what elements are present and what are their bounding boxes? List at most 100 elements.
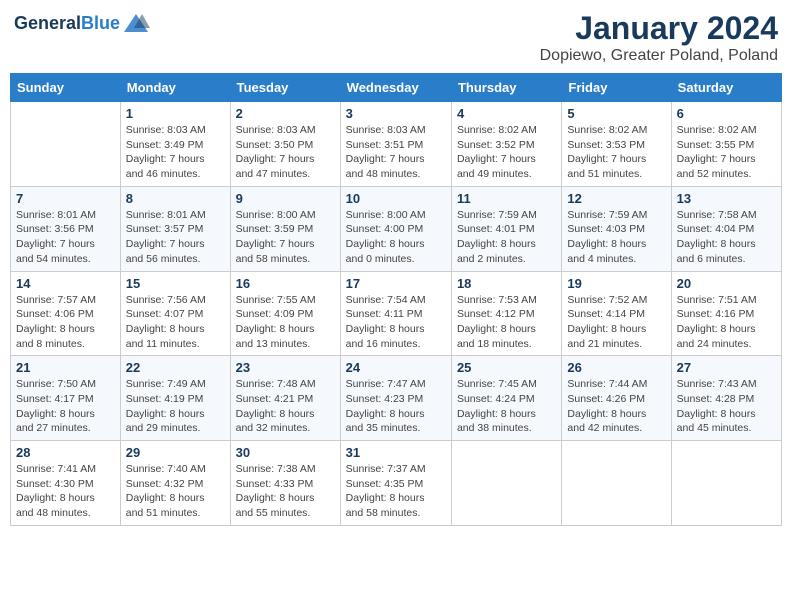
day-info: Sunrise: 8:02 AM Sunset: 3:55 PM Dayligh…: [677, 123, 776, 182]
calendar-cell: [11, 102, 121, 187]
calendar-cell: 20Sunrise: 7:51 AM Sunset: 4:16 PM Dayli…: [671, 271, 781, 356]
calendar-cell: 31Sunrise: 7:37 AM Sunset: 4:35 PM Dayli…: [340, 441, 451, 526]
day-info: Sunrise: 7:52 AM Sunset: 4:14 PM Dayligh…: [567, 293, 665, 352]
column-header-thursday: Thursday: [451, 74, 561, 102]
title-block: January 2024 Dopiewo, Greater Poland, Po…: [540, 10, 778, 65]
column-header-tuesday: Tuesday: [230, 74, 340, 102]
calendar-cell: 3 Sunrise: 8:03 AM Sunset: 3:51 PM Daylig…: [340, 102, 451, 187]
day-info: Sunrise: 8:00 AM Sunset: 4:00 PM Dayligh…: [346, 208, 446, 267]
calendar-cell: 27 Sunrise: 7:43 AM Sunset: 4:28 PM Dayli…: [671, 356, 781, 441]
calendar-cell: 11Sunrise: 7:59 AM Sunset: 4:01 PM Dayli…: [451, 186, 561, 271]
day-info: Sunrise: 7:41 AM Sunset: 4:30 PM Dayligh…: [16, 462, 115, 521]
day-number: 6: [677, 106, 776, 121]
day-info: Sunrise: 7:56 AM Sunset: 4:07 PM Dayligh…: [126, 293, 225, 352]
calendar-cell: 7Sunrise: 8:01 AM Sunset: 3:56 PM Daylig…: [11, 186, 121, 271]
calendar-cell: [562, 441, 671, 526]
day-info: Sunrise: 7:59 AM Sunset: 4:03 PM Dayligh…: [567, 208, 665, 267]
page-header: GeneralBlue January 2024 Dopiewo, Greate…: [10, 10, 782, 65]
calendar-week-4: 21 Sunrise: 7:50 AM Sunset: 4:17 PM Dayli…: [11, 356, 782, 441]
day-info: Sunrise: 8:03 AM Sunset: 3:49 PM Dayligh…: [126, 123, 225, 182]
calendar-cell: 25 Sunrise: 7:45 AM Sunset: 4:24 PM Dayli…: [451, 356, 561, 441]
calendar-cell: 15 Sunrise: 7:56 AM Sunset: 4:07 PM Dayli…: [120, 271, 230, 356]
calendar-cell: [451, 441, 561, 526]
day-number: 15: [126, 276, 225, 291]
calendar-cell: 18 Sunrise: 7:53 AM Sunset: 4:12 PM Dayli…: [451, 271, 561, 356]
day-info: Sunrise: 7:44 AM Sunset: 4:26 PM Dayligh…: [567, 377, 665, 436]
day-info: Sunrise: 7:55 AM Sunset: 4:09 PM Dayligh…: [236, 293, 335, 352]
day-info: Sunrise: 7:40 AM Sunset: 4:32 PM Dayligh…: [126, 462, 225, 521]
calendar-cell: 21 Sunrise: 7:50 AM Sunset: 4:17 PM Dayli…: [11, 356, 121, 441]
day-number: 7: [16, 191, 115, 206]
day-number: 17: [346, 276, 446, 291]
day-info: Sunrise: 7:47 AM Sunset: 4:23 PM Dayligh…: [346, 377, 446, 436]
day-info: Sunrise: 7:45 AM Sunset: 4:24 PM Dayligh…: [457, 377, 556, 436]
day-info: Sunrise: 7:53 AM Sunset: 4:12 PM Dayligh…: [457, 293, 556, 352]
calendar-week-3: 14 Sunrise: 7:57 AM Sunset: 4:06 PM Dayli…: [11, 271, 782, 356]
logo-icon: [122, 10, 150, 38]
calendar-cell: 4Sunrise: 8:02 AM Sunset: 3:52 PM Daylig…: [451, 102, 561, 187]
calendar-week-5: 28 Sunrise: 7:41 AM Sunset: 4:30 PM Dayli…: [11, 441, 782, 526]
day-info: Sunrise: 7:43 AM Sunset: 4:28 PM Dayligh…: [677, 377, 776, 436]
day-number: 1: [126, 106, 225, 121]
day-info: Sunrise: 7:58 AM Sunset: 4:04 PM Dayligh…: [677, 208, 776, 267]
day-number: 21: [16, 360, 115, 375]
calendar-week-2: 7Sunrise: 8:01 AM Sunset: 3:56 PM Daylig…: [11, 186, 782, 271]
day-number: 8: [126, 191, 225, 206]
day-number: 14: [16, 276, 115, 291]
day-number: 28: [16, 445, 115, 460]
day-number: 3: [346, 106, 446, 121]
calendar-cell: 1 Sunrise: 8:03 AM Sunset: 3:49 PM Daylig…: [120, 102, 230, 187]
column-header-wednesday: Wednesday: [340, 74, 451, 102]
day-info: Sunrise: 7:50 AM Sunset: 4:17 PM Dayligh…: [16, 377, 115, 436]
logo-text: GeneralBlue: [14, 14, 120, 34]
calendar-cell: 19 Sunrise: 7:52 AM Sunset: 4:14 PM Dayli…: [562, 271, 671, 356]
day-info: Sunrise: 7:59 AM Sunset: 4:01 PM Dayligh…: [457, 208, 556, 267]
calendar-cell: 2Sunrise: 8:03 AM Sunset: 3:50 PM Daylig…: [230, 102, 340, 187]
column-header-friday: Friday: [562, 74, 671, 102]
calendar-cell: 10Sunrise: 8:00 AM Sunset: 4:00 PM Dayli…: [340, 186, 451, 271]
day-number: 29: [126, 445, 225, 460]
month-title: January 2024: [540, 10, 778, 47]
day-info: Sunrise: 7:54 AM Sunset: 4:11 PM Dayligh…: [346, 293, 446, 352]
day-number: 24: [346, 360, 446, 375]
day-info: Sunrise: 8:03 AM Sunset: 3:51 PM Dayligh…: [346, 123, 446, 182]
column-header-sunday: Sunday: [11, 74, 121, 102]
day-number: 25: [457, 360, 556, 375]
day-number: 18: [457, 276, 556, 291]
calendar-cell: 22 Sunrise: 7:49 AM Sunset: 4:19 PM Dayli…: [120, 356, 230, 441]
calendar-cell: 24 Sunrise: 7:47 AM Sunset: 4:23 PM Dayli…: [340, 356, 451, 441]
column-header-saturday: Saturday: [671, 74, 781, 102]
day-number: 5: [567, 106, 665, 121]
day-number: 13: [677, 191, 776, 206]
day-number: 27: [677, 360, 776, 375]
day-info: Sunrise: 7:48 AM Sunset: 4:21 PM Dayligh…: [236, 377, 335, 436]
calendar-cell: 12 Sunrise: 7:59 AM Sunset: 4:03 PM Dayli…: [562, 186, 671, 271]
calendar-cell: 8 Sunrise: 8:01 AM Sunset: 3:57 PM Daylig…: [120, 186, 230, 271]
calendar-cell: 17 Sunrise: 7:54 AM Sunset: 4:11 PM Dayli…: [340, 271, 451, 356]
day-number: 26: [567, 360, 665, 375]
calendar-cell: [671, 441, 781, 526]
calendar-cell: 26 Sunrise: 7:44 AM Sunset: 4:26 PM Dayli…: [562, 356, 671, 441]
day-number: 16: [236, 276, 335, 291]
calendar-cell: 9Sunrise: 8:00 AM Sunset: 3:59 PM Daylig…: [230, 186, 340, 271]
day-info: Sunrise: 8:01 AM Sunset: 3:57 PM Dayligh…: [126, 208, 225, 267]
calendar-cell: 30 Sunrise: 7:38 AM Sunset: 4:33 PM Dayli…: [230, 441, 340, 526]
day-number: 31: [346, 445, 446, 460]
day-number: 30: [236, 445, 335, 460]
day-number: 22: [126, 360, 225, 375]
day-number: 2: [236, 106, 335, 121]
day-number: 4: [457, 106, 556, 121]
day-number: 20: [677, 276, 776, 291]
day-number: 12: [567, 191, 665, 206]
day-number: 23: [236, 360, 335, 375]
calendar-cell: 28 Sunrise: 7:41 AM Sunset: 4:30 PM Dayli…: [11, 441, 121, 526]
day-info: Sunrise: 7:38 AM Sunset: 4:33 PM Dayligh…: [236, 462, 335, 521]
day-number: 19: [567, 276, 665, 291]
day-info: Sunrise: 7:49 AM Sunset: 4:19 PM Dayligh…: [126, 377, 225, 436]
calendar-cell: 13 Sunrise: 7:58 AM Sunset: 4:04 PM Dayli…: [671, 186, 781, 271]
day-info: Sunrise: 7:57 AM Sunset: 4:06 PM Dayligh…: [16, 293, 115, 352]
calendar-cell: 5 Sunrise: 8:02 AM Sunset: 3:53 PM Daylig…: [562, 102, 671, 187]
column-header-monday: Monday: [120, 74, 230, 102]
day-info: Sunrise: 8:02 AM Sunset: 3:53 PM Dayligh…: [567, 123, 665, 182]
calendar-cell: 16 Sunrise: 7:55 AM Sunset: 4:09 PM Dayli…: [230, 271, 340, 356]
